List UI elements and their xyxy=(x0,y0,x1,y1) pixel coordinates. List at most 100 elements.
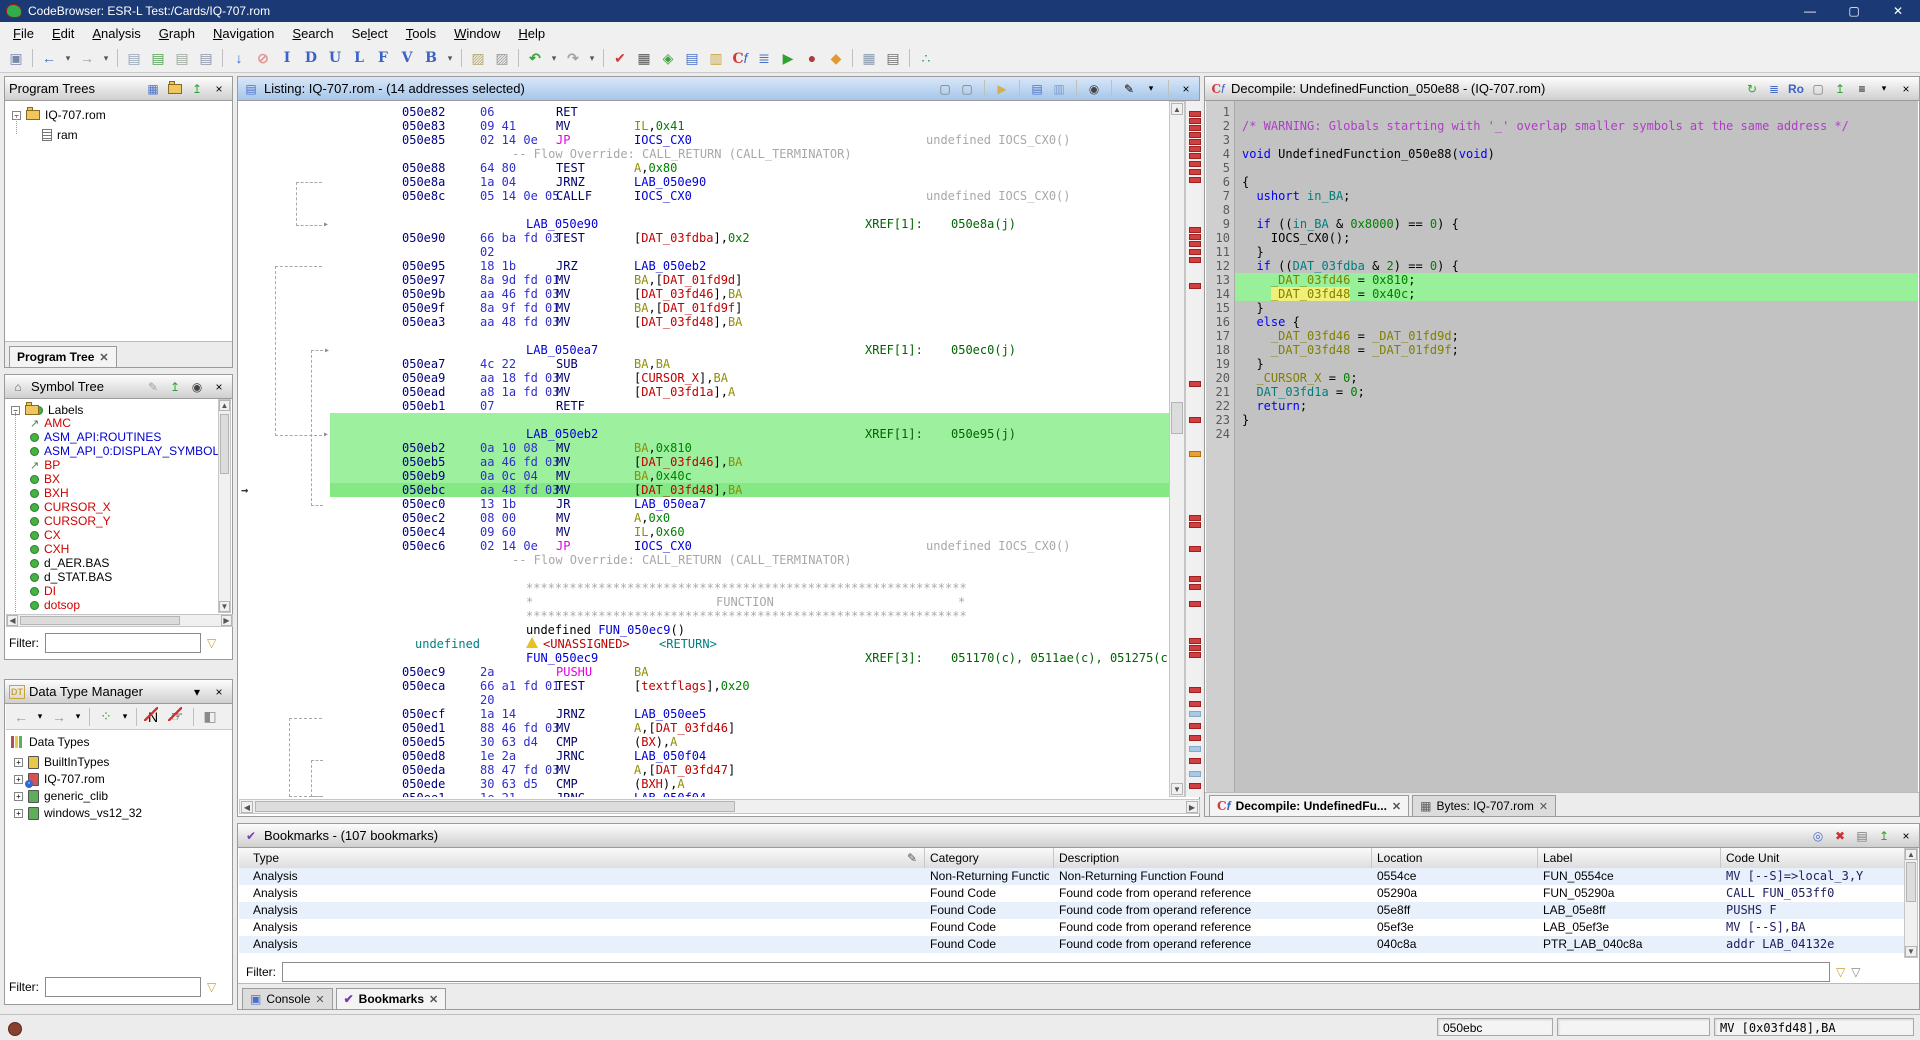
symbol-tree-hscrollbar[interactable]: ◀ ▶ xyxy=(6,614,233,627)
snapshot-icon[interactable]: ◉ xyxy=(1085,80,1103,98)
listing-row[interactable] xyxy=(239,567,1169,581)
expand-icon[interactable]: + xyxy=(14,792,23,801)
bookmark-marker[interactable] xyxy=(1189,153,1201,159)
data-archive-icon[interactable]: ▥ xyxy=(705,46,727,70)
tree-item-data-types[interactable]: Data Types xyxy=(11,734,232,750)
tree-item[interactable]: DX xyxy=(30,612,220,613)
listing-row[interactable]: 050e8206RET xyxy=(239,105,1169,119)
decompile-line[interactable]: 8 xyxy=(1206,203,1918,217)
listing-row[interactable]: 050ede30 63 d5CMP(BXH),A xyxy=(239,777,1169,791)
listing-row[interactable]: 050ed530 63 d4CMP(BX),A xyxy=(239,735,1169,749)
export-icon[interactable]: ↥ xyxy=(1875,827,1893,845)
listing-row[interactable]: 050e9518 1bJRZLAB_050eb2 xyxy=(239,259,1169,273)
open-folder-icon[interactable] xyxy=(166,80,184,98)
table-row[interactable]: AnalysisNon-Returning FunctionNon-Return… xyxy=(239,868,1905,885)
analysis-marker[interactable] xyxy=(1189,771,1201,777)
expand-icon[interactable]: + xyxy=(14,809,23,818)
export-icon[interactable]: ↥ xyxy=(1831,80,1849,98)
close-icon[interactable]: × xyxy=(1897,80,1915,98)
bookmark-marker[interactable] xyxy=(1189,652,1201,658)
footprints-icon[interactable]: ∴ xyxy=(915,46,937,70)
listing-row[interactable]: 050eda88 47 fd 03MVA,[DAT_03fd47] xyxy=(239,763,1169,777)
graph-icon[interactable]: ≣ xyxy=(1765,80,1783,98)
tree-item[interactable]: +windows_vs12_32 xyxy=(14,805,232,821)
clear-flow-icon[interactable]: ▨ xyxy=(467,46,489,70)
column-header-label[interactable]: Label xyxy=(1543,851,1572,865)
decompile-line[interactable]: 6{ xyxy=(1206,175,1918,189)
tree-item[interactable]: +generic_clib xyxy=(14,788,232,804)
filter-funnel-icon[interactable]: ▽ xyxy=(1836,965,1845,979)
decompile-line[interactable]: 22 return; xyxy=(1206,399,1918,413)
listing-row[interactable]: 050e9baa 46 fd 03MV[DAT_03fd46],BA xyxy=(239,287,1169,301)
close-icon[interactable]: ✕ xyxy=(315,993,324,1006)
define-void-icon[interactable]: V xyxy=(396,46,418,70)
listing-row[interactable]: 050eb107RETF xyxy=(239,399,1169,413)
bookmark-marker[interactable] xyxy=(1189,381,1201,387)
copy-icon[interactable]: ▢ xyxy=(1809,80,1827,98)
tree-item[interactable]: +BuiltInTypes xyxy=(14,754,232,770)
listing-row[interactable]: 050ec208 00MVA,0x0 xyxy=(239,511,1169,525)
listing-row[interactable]: 050e8309 41MVIL,0x41 xyxy=(239,119,1169,133)
decompile-line[interactable]: 15 } xyxy=(1206,301,1918,315)
table-row[interactable]: AnalysisFound CodeFound code from operan… xyxy=(239,902,1905,919)
decompile-view[interactable]: 12/* WARNING: Globals starting with '_' … xyxy=(1206,101,1918,794)
patch-program-icon[interactable]: ▤ xyxy=(123,46,145,70)
tree-item[interactable]: CXH xyxy=(30,542,220,556)
listing-row[interactable]: undefined<UNASSIGNED><RETURN> xyxy=(239,637,1169,651)
paste-icon[interactable]: ▢ xyxy=(958,80,976,98)
bookmark-marker[interactable] xyxy=(1189,758,1201,764)
debug-icon[interactable]: ● xyxy=(801,46,823,70)
decompile-line[interactable]: 3 xyxy=(1206,133,1918,147)
symbol-filter-input[interactable] xyxy=(45,633,201,653)
run-script-icon[interactable]: ▶ xyxy=(777,46,799,70)
listing-row[interactable]: 050e8c05 14 0e 05CALLFIOCS_CX0undefined … xyxy=(239,189,1169,203)
decompile-line[interactable]: 12 if ((DAT_03fdba & 2) == 0) { xyxy=(1206,259,1918,273)
decompile-line[interactable]: 14 _DAT_03fd48 = 0x40c; xyxy=(1206,287,1918,301)
decompile-line[interactable]: 9 if ((in_BA & 0x8000) == 0) { xyxy=(1206,217,1918,231)
tree-item[interactable]: CURSOR_Y xyxy=(30,514,220,528)
listing-row[interactable]: 050ecf1a 14JRNZLAB_050ee5 xyxy=(239,707,1169,721)
listing-row[interactable]: 050ea74c 22SUBBA,BA xyxy=(239,357,1169,371)
associate-dropdown-icon[interactable]: ▾ xyxy=(119,705,131,729)
listing-row[interactable]: 050e978a 9d fd 01MVBA,[DAT_01fd9d] xyxy=(239,273,1169,287)
analysis-marker[interactable] xyxy=(1189,711,1201,717)
bookmark-marker[interactable] xyxy=(1189,241,1201,247)
window-manager-icon[interactable]: ▤ xyxy=(681,46,703,70)
bookmark-marker[interactable] xyxy=(1189,257,1201,263)
patch-lock-icon[interactable]: ▤ xyxy=(195,46,217,70)
close-icon[interactable]: ✕ xyxy=(429,993,438,1006)
tree-item[interactable]: +◦IQ-707.rom xyxy=(14,771,232,787)
bookmark-marker[interactable] xyxy=(1189,161,1201,167)
insert-icon[interactable]: ↥ xyxy=(166,378,184,396)
clear-code-icon[interactable]: ⊘ xyxy=(252,46,274,70)
export-tree-icon[interactable]: ↥ xyxy=(188,80,206,98)
decompile-line[interactable]: 13 _DAT_03fd46 = 0x810; xyxy=(1206,273,1918,287)
decompile-line[interactable]: 7 ushort in_BA; xyxy=(1206,189,1918,203)
decompile-line[interactable]: 17 _DAT_03fd46 = _DAT_01fd9d; xyxy=(1206,329,1918,343)
close-icon[interactable]: × xyxy=(210,378,228,396)
tree-item[interactable]: CX xyxy=(30,528,220,542)
listing-row[interactable]: LAB_050e90XREF[1]:050e8a(j) xyxy=(239,217,1169,231)
bookmark-marker[interactable] xyxy=(1189,146,1201,152)
filter-funnel-icon[interactable]: ▽ xyxy=(207,980,216,994)
save-icon[interactable]: ▣ xyxy=(5,46,27,70)
bookmark-marker[interactable] xyxy=(1189,249,1201,255)
tab-bytes[interactable]: ▦Bytes: IQ-707.rom✕ xyxy=(1412,795,1556,816)
listing-row[interactable]: 050e9066 ba fd 03TEST[DAT_03fdba],0x2 xyxy=(239,231,1169,245)
tree-item[interactable]: ASM_API_0:DISPLAY_SYMBOL xyxy=(30,444,220,458)
bookmark-marker[interactable] xyxy=(1189,515,1201,521)
listing-row[interactable]: 050ec013 1bJRLAB_050ea7 xyxy=(239,497,1169,511)
close-icon[interactable]: × xyxy=(1177,80,1195,98)
menu-file[interactable]: File xyxy=(4,24,43,43)
table-row[interactable]: AnalysisFound CodeFound code from operan… xyxy=(239,936,1905,953)
bookmark-marker[interactable] xyxy=(1189,177,1201,183)
listing-row[interactable]: ****************************************… xyxy=(239,609,1169,623)
bookmark-marker[interactable] xyxy=(1189,546,1201,552)
filter-settings-icon[interactable]: ▽ xyxy=(1851,965,1860,979)
column-header-code-unit[interactable]: Code Unit xyxy=(1726,851,1779,865)
listing-marker-margin[interactable] xyxy=(1185,101,1202,797)
define-int-icon[interactable]: I xyxy=(276,46,298,70)
listing-row[interactable]: 050eb20a 10 08MVBA,0x810 xyxy=(239,441,1169,455)
byte-viewer-icon[interactable]: ▦ xyxy=(633,46,655,70)
toggle-field-icon[interactable]: ▥ xyxy=(1050,80,1068,98)
